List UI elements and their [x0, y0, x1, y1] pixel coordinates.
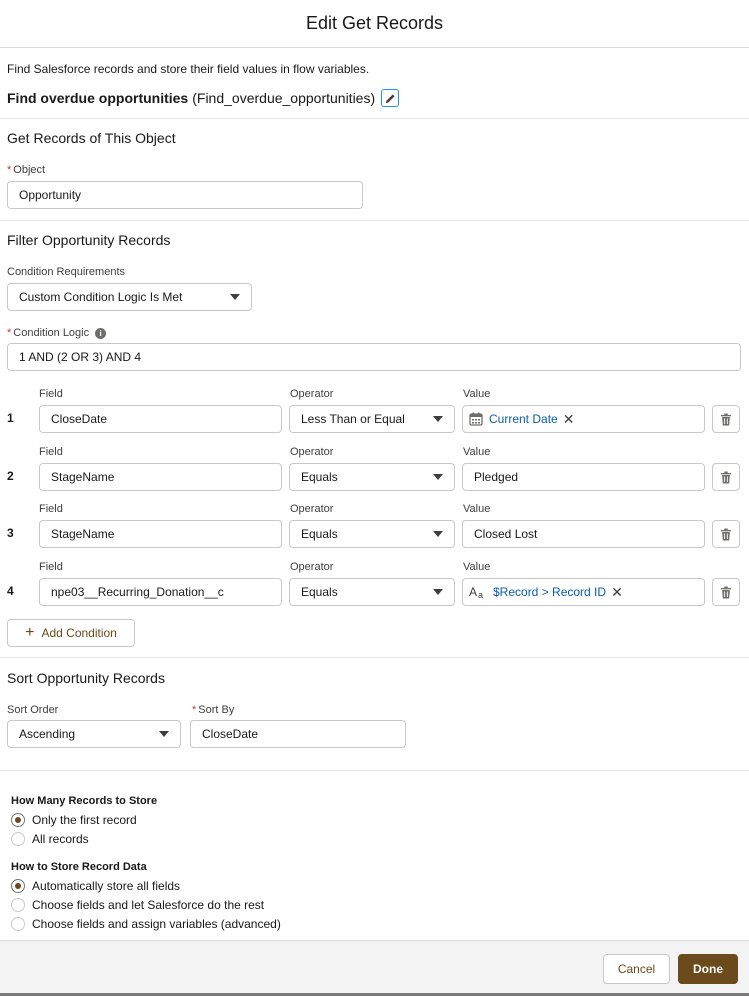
radio-option[interactable]: Automatically store all fields	[11, 879, 180, 893]
condition-number: 3	[7, 526, 14, 540]
radio-label: Automatically store all fields	[32, 879, 181, 893]
sort-order-label: Sort Order	[7, 704, 59, 716]
radio-label: Choose fields and let Salesforce do the …	[32, 898, 265, 913]
text-type-icon: Aa	[469, 585, 483, 599]
sort-section-title: Sort Opportunity Records	[7, 670, 165, 686]
condition-number: 4	[7, 584, 14, 598]
field-label: Field	[39, 388, 63, 400]
element-api-name: (Find_overdue_opportunities)	[192, 90, 376, 106]
condition-number: 2	[7, 469, 14, 483]
value-label: Value	[463, 388, 491, 400]
condition-field-input[interactable]: StageName	[39, 463, 282, 491]
condition-requirements-label: Condition Requirements	[7, 266, 126, 278]
edit-name-button[interactable]	[381, 89, 400, 107]
divider	[0, 770, 749, 771]
object-label: * Object	[7, 164, 46, 176]
sort-by-input[interactable]: CloseDate	[190, 720, 406, 748]
condition-field-input[interactable]: npe03__Recurring_Donation__c	[39, 578, 282, 606]
operator-label: Operator	[290, 561, 334, 573]
field-label: Field	[39, 561, 63, 573]
condition-operator-select[interactable]: Equals	[289, 520, 455, 548]
condition-field-input[interactable]: CloseDate	[39, 405, 282, 433]
how-store-title: How to Store Record Data	[11, 861, 147, 873]
trash-icon	[721, 586, 731, 598]
modal-footer: Cancel Done	[0, 940, 749, 996]
chevron-down-icon	[230, 294, 240, 300]
condition-value-input[interactable]: Pledged	[462, 463, 705, 491]
radio-option[interactable]: All records	[11, 832, 89, 847]
remove-icon[interactable]: ✕	[611, 585, 623, 599]
plus-icon: +	[25, 624, 35, 641]
chevron-down-icon	[433, 416, 443, 422]
condition-logic-label: * Condition Logic i	[7, 327, 107, 339]
radio-label: Choose fields and assign variables (adva…	[32, 917, 281, 932]
delete-condition-button[interactable]	[712, 405, 740, 433]
radio-option[interactable]: Choose fields and assign variables (adva…	[11, 917, 281, 932]
chevron-down-icon	[433, 474, 443, 480]
cancel-button[interactable]: Cancel	[603, 954, 670, 984]
condition-field-input[interactable]: StageName	[39, 520, 282, 548]
value-label: Value	[463, 561, 491, 573]
object-input[interactable]: Opportunity	[7, 181, 363, 209]
radio-option[interactable]: Choose fields and let Salesforce do the …	[11, 898, 265, 913]
trash-icon	[721, 413, 731, 425]
condition-value-input[interactable]: Closed Lost	[462, 520, 705, 548]
filter-section-title: Filter Opportunity Records	[7, 232, 171, 248]
radio-button[interactable]	[11, 917, 25, 932]
radio-button[interactable]	[11, 898, 25, 913]
modal-header: Edit Get Records	[0, 0, 749, 48]
trash-icon	[721, 528, 731, 540]
radio-button[interactable]	[11, 813, 25, 827]
radio-button[interactable]	[11, 879, 25, 893]
delete-condition-button[interactable]	[712, 520, 740, 548]
radio-option[interactable]: Only the first record	[11, 813, 137, 827]
condition-operator-select[interactable]: Less Than or Equal	[289, 405, 455, 433]
chevron-down-icon	[433, 589, 443, 595]
condition-logic-input[interactable]: 1 AND (2 OR 3) AND 4	[7, 343, 741, 371]
field-label: Field	[39, 503, 63, 515]
divider	[0, 657, 749, 658]
remove-icon[interactable]: ✕	[563, 412, 575, 426]
condition-number: 1	[7, 411, 14, 425]
object-section-title: Get Records of This Object	[7, 130, 176, 146]
delete-condition-button[interactable]	[712, 578, 740, 606]
svg-text:a: a	[478, 590, 483, 599]
value-label: Value	[463, 446, 491, 458]
condition-value-input[interactable]: Current Date ✕	[462, 405, 705, 433]
chevron-down-icon	[159, 731, 169, 737]
delete-condition-button[interactable]	[712, 463, 740, 491]
divider	[0, 220, 749, 221]
calendar-icon	[469, 412, 483, 426]
chevron-down-icon	[433, 531, 443, 537]
element-description: Find Salesforce records and store their …	[7, 62, 370, 76]
add-condition-button[interactable]: + Add Condition	[7, 619, 135, 647]
radio-label: Only the first record	[32, 813, 137, 827]
condition-requirements-select[interactable]: Custom Condition Logic Is Met	[7, 283, 252, 311]
field-label: Field	[39, 446, 63, 458]
radio-button[interactable]	[11, 832, 25, 847]
divider	[0, 118, 749, 119]
sort-order-select[interactable]: Ascending	[7, 720, 181, 748]
info-icon[interactable]: i	[95, 327, 107, 339]
resource-pill[interactable]: Aa $Record > Record ID ✕	[469, 585, 623, 599]
condition-operator-select[interactable]: Equals	[289, 463, 455, 491]
value-label: Value	[463, 503, 491, 515]
radio-label: All records	[32, 832, 89, 847]
done-button[interactable]: Done	[678, 954, 738, 984]
condition-value-input[interactable]: Aa $Record > Record ID ✕	[462, 578, 705, 606]
element-label: Find overdue opportunities	[7, 90, 189, 106]
trash-icon	[721, 471, 731, 483]
sort-by-label: * Sort By	[192, 704, 235, 716]
element-name: Find overdue opportunities (Find_overdue…	[7, 89, 400, 107]
svg-text:A: A	[469, 585, 477, 599]
operator-label: Operator	[290, 388, 334, 400]
operator-label: Operator	[290, 446, 334, 458]
how-many-title: How Many Records to Store	[11, 795, 158, 807]
resource-pill[interactable]: Current Date ✕	[469, 412, 574, 426]
pencil-icon	[385, 93, 395, 103]
modal-title: Edit Get Records	[305, 13, 444, 33]
operator-label: Operator	[290, 503, 334, 515]
condition-operator-select[interactable]: Equals	[289, 578, 455, 606]
